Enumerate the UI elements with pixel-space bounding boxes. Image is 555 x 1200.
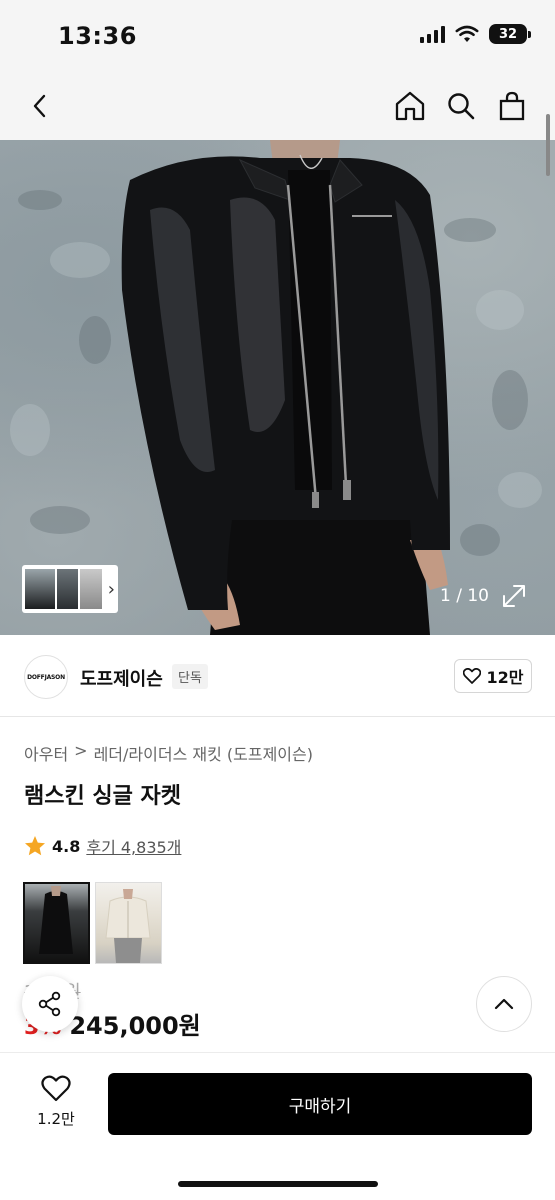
breadcrumb-category[interactable]: 아우터	[24, 741, 68, 765]
brand-logo[interactable]: DOFFJASON	[24, 655, 68, 699]
nav-bar	[0, 72, 555, 140]
variant-cream-photo	[105, 889, 151, 963]
wishlist-button[interactable]: 1.2만	[24, 1075, 88, 1129]
gallery-thumbnail	[25, 569, 55, 609]
expand-icon	[503, 585, 525, 607]
home-button[interactable]	[390, 86, 430, 126]
cart-button[interactable]	[492, 86, 532, 126]
gallery-thumbnail	[80, 569, 102, 609]
star-icon	[25, 836, 45, 856]
home-icon	[395, 91, 425, 121]
variant-cream[interactable]	[95, 882, 162, 964]
sale-price: 245,000원	[69, 1012, 201, 1040]
home-indicator	[178, 1181, 378, 1187]
gallery-thumbnail	[56, 569, 79, 609]
screen: 13:36 32 › 1 / 10 DOFFJASON 도프제이슨 단독 12만…	[0, 0, 555, 1200]
heart-icon	[462, 668, 481, 684]
cellular-signal-icon	[420, 25, 445, 43]
scrollbar-thumb[interactable]	[546, 114, 550, 176]
brand-name[interactable]: 도프제이슨	[80, 665, 163, 691]
expand-button[interactable]	[500, 582, 528, 610]
wifi-icon	[455, 25, 479, 42]
status-time: 13:36	[58, 22, 137, 50]
rating-score: 4.8	[52, 836, 81, 856]
exclusive-badge: 단독	[172, 664, 208, 689]
variant-black[interactable]	[23, 882, 90, 964]
battery-icon: 32	[489, 24, 531, 44]
brand-row: DOFFJASON 도프제이슨 단독 12만	[0, 635, 555, 717]
wishlist-count: 1.2만	[37, 1110, 75, 1128]
variant-black-photo	[39, 886, 73, 954]
chevron-left-icon	[33, 94, 46, 118]
search-icon	[448, 93, 475, 120]
shopping-bag-icon	[499, 91, 525, 121]
status-icons: 32	[420, 24, 531, 44]
chevron-right-icon: ›	[107, 578, 115, 600]
brand-like-button[interactable]: 12만	[454, 659, 532, 693]
chevron-up-icon	[494, 998, 514, 1010]
buy-button[interactable]: 구매하기	[108, 1073, 532, 1135]
share-icon	[38, 991, 61, 1017]
share-button[interactable]	[22, 976, 78, 1032]
back-button[interactable]	[20, 86, 60, 126]
status-bar: 13:36 32	[0, 0, 555, 72]
gallery-thumbnail-strip[interactable]: ›	[22, 565, 118, 613]
product-title: 램스킨 싱글 자켓	[24, 784, 181, 809]
breadcrumb: 아우터 > 레더/라이더스 재킷 (도프제이슨)	[24, 741, 313, 765]
heart-icon	[41, 1075, 71, 1102]
jacket-photo	[10, 140, 542, 635]
reviews-link[interactable]: 후기 4,835개	[86, 834, 181, 858]
breadcrumb-subcategory[interactable]: 레더/라이더스 재킷 (도프제이슨)	[94, 741, 313, 765]
rating: 4.8 후기 4,835개	[24, 834, 181, 858]
search-button[interactable]	[441, 86, 481, 126]
brand-like-count: 12만	[486, 668, 524, 687]
scroll-top-button[interactable]	[476, 976, 532, 1032]
image-counter: 1 / 10	[440, 586, 489, 606]
breadcrumb-separator: >	[74, 741, 88, 760]
bottom-action-bar: 1.2만 구매하기	[0, 1052, 555, 1200]
product-image[interactable]: › 1 / 10	[0, 140, 555, 635]
